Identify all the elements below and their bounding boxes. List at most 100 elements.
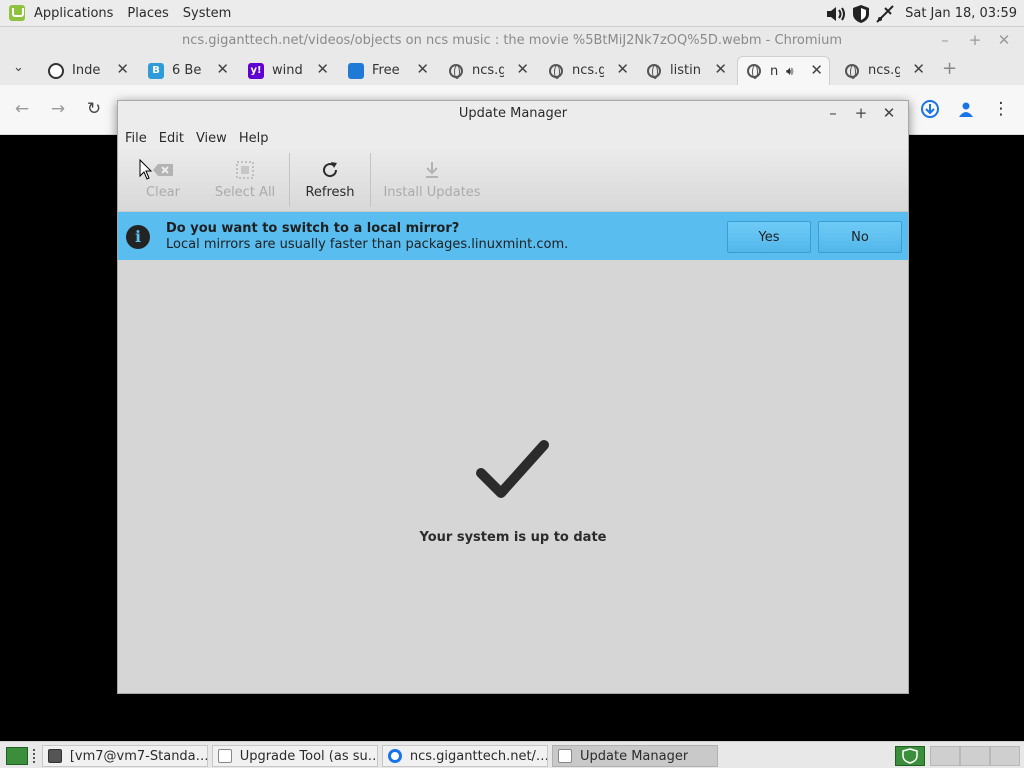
update-manager-window: Update Manager – + ✕ File Edit View Help… <box>117 100 909 694</box>
taskbar-item-update-manager[interactable]: Update Manager <box>552 745 718 767</box>
globe-icon <box>448 63 464 79</box>
browser-tab[interactable]: y! wind ✕ <box>240 56 335 85</box>
tab-search-chevron-icon[interactable]: ⌄ <box>13 60 24 75</box>
tab-title: n <box>770 63 779 79</box>
tab-title: ncs.g <box>572 63 604 78</box>
applications-menu[interactable]: Applications <box>27 0 120 27</box>
vm-icon <box>348 62 364 79</box>
tab-close-icon[interactable]: ✕ <box>316 60 329 78</box>
chromium-titlebar[interactable]: ncs.giganttech.net/videos/objects on ncs… <box>0 27 1024 54</box>
bottom-panel: [vm7@vm7-Standa… Upgrade Tool (as su… nc… <box>0 741 1024 768</box>
mouse-cursor-icon <box>139 159 153 180</box>
mint-menu-icon[interactable] <box>9 5 25 21</box>
globe-icon <box>746 63 762 79</box>
workspace-3[interactable] <box>990 746 1020 766</box>
menu-view[interactable]: View <box>190 131 233 146</box>
close-icon[interactable]: ✕ <box>995 31 1013 49</box>
minimize-icon[interactable]: – <box>824 104 842 122</box>
show-desktop-icon[interactable] <box>6 747 28 765</box>
workspace-2[interactable] <box>960 746 990 766</box>
tab-title: listin <box>670 63 701 78</box>
update-list-area: Your system is up to date <box>118 260 908 693</box>
workspace-1[interactable] <box>930 746 960 766</box>
taskbar-item-terminal[interactable]: [vm7@vm7-Standa… <box>42 745 208 767</box>
browser-tab[interactable]: ncs.g ✕ <box>836 56 931 85</box>
status-message: Your system is up to date <box>419 530 607 545</box>
taskbar-label: [vm7@vm7-Standa… <box>69 748 207 764</box>
tab-close-icon[interactable]: ✕ <box>216 60 229 78</box>
select-all-label: Select All <box>214 185 276 200</box>
refresh-label: Refresh <box>305 185 355 200</box>
refresh-icon <box>298 159 362 181</box>
speaker-icon[interactable]: 🔊︎ <box>786 64 794 79</box>
tab-title: ncs.g <box>868 63 900 78</box>
top-panel: Applications Places System Sat Jan 18, 0… <box>0 0 1024 27</box>
taskbar-label: Upgrade Tool (as su… <box>239 748 377 764</box>
browser-tab[interactable]: Free ✕ <box>340 56 435 85</box>
tab-close-icon[interactable]: ✕ <box>714 60 727 78</box>
infobar-detail: Local mirrors are usually faster than pa… <box>166 237 569 252</box>
download-icon[interactable] <box>919 98 941 120</box>
tab-title: Free <box>372 63 400 78</box>
select-all-button[interactable]: Select All <box>210 149 280 212</box>
tab-close-icon[interactable]: ✕ <box>416 60 429 78</box>
tab-close-icon[interactable]: ✕ <box>516 60 529 78</box>
taskbar-label: Update Manager <box>580 748 689 764</box>
system-tray: Sat Jan 18, 03:59 <box>825 0 1024 27</box>
close-icon[interactable]: ✕ <box>880 104 898 122</box>
tab-close-icon[interactable]: ✕ <box>810 61 823 79</box>
tab-title: 6 Be <box>172 63 202 78</box>
system-menu[interactable]: System <box>176 0 238 27</box>
checkmark-icon <box>476 440 549 498</box>
tab-title: Inde <box>72 63 101 78</box>
install-updates-button[interactable]: Install Updates <box>380 149 484 212</box>
minimize-icon[interactable]: – <box>936 31 954 49</box>
browser-tab[interactable]: B 6 Be ✕ <box>140 56 235 85</box>
browser-tab[interactable]: ncs.g ✕ <box>540 56 635 85</box>
yes-button[interactable]: Yes <box>727 221 811 253</box>
volume-icon[interactable] <box>827 4 847 24</box>
menu-file[interactable]: File <box>119 131 153 146</box>
shield-icon <box>558 749 572 763</box>
browser-tab[interactable]: Inde ✕ <box>40 56 135 85</box>
maximize-icon[interactable]: + <box>966 31 984 49</box>
update-manager-tray-icon[interactable] <box>895 746 925 766</box>
back-arrow-icon[interactable]: ← <box>11 98 33 120</box>
menubar: File Edit View Help <box>118 127 908 149</box>
yahoo-icon: y! <box>248 62 264 79</box>
taskbar-label: ncs.giganttech.net/… <box>409 748 547 764</box>
maximize-icon[interactable]: + <box>852 104 870 122</box>
new-tab-icon[interactable]: + <box>942 58 957 79</box>
window-title: Update Manager <box>458 106 568 121</box>
taskbar-item-chromium[interactable]: ncs.giganttech.net/… <box>382 745 548 767</box>
menu-help[interactable]: Help <box>233 131 275 146</box>
window-title: ncs.giganttech.net/videos/objects on ncs… <box>181 33 843 48</box>
mirror-infobar: i Do you want to switch to a local mirro… <box>118 212 908 260</box>
select-all-icon <box>210 159 280 181</box>
no-button[interactable]: No <box>818 221 902 253</box>
update-manager-titlebar[interactable]: Update Manager – + ✕ <box>118 101 908 127</box>
menu-edit[interactable]: Edit <box>153 131 190 146</box>
more-menu-icon[interactable]: ⋮ <box>990 98 1012 120</box>
chromium-icon <box>388 749 402 763</box>
taskbar-item-upgrade-tool[interactable]: Upgrade Tool (as su… <box>212 745 378 767</box>
browser-tab[interactable]: ncs.g ✕ <box>440 56 535 85</box>
clock[interactable]: Sat Jan 18, 03:59 <box>905 6 1017 21</box>
install-updates-label: Install Updates <box>383 185 481 200</box>
globe-icon <box>548 63 564 79</box>
shield-icon[interactable] <box>851 4 871 24</box>
tab-close-icon[interactable]: ✕ <box>912 60 925 78</box>
forward-arrow-icon[interactable]: → <box>47 98 69 120</box>
reload-icon[interactable]: ↻ <box>83 98 105 120</box>
browser-tab[interactable]: listin ✕ <box>638 56 733 85</box>
browser-tab-active[interactable]: n 🔊︎ ✕ <box>737 56 830 85</box>
tab-close-icon[interactable]: ✕ <box>616 60 629 78</box>
install-icon <box>380 159 484 181</box>
tab-close-icon[interactable]: ✕ <box>116 60 129 78</box>
profile-icon[interactable] <box>955 98 977 120</box>
tab-title: wind <box>272 63 303 78</box>
tab-title: ncs.g <box>472 63 504 78</box>
places-menu[interactable]: Places <box>120 0 175 27</box>
refresh-button[interactable]: Refresh <box>298 149 362 212</box>
network-icon[interactable] <box>875 4 895 24</box>
